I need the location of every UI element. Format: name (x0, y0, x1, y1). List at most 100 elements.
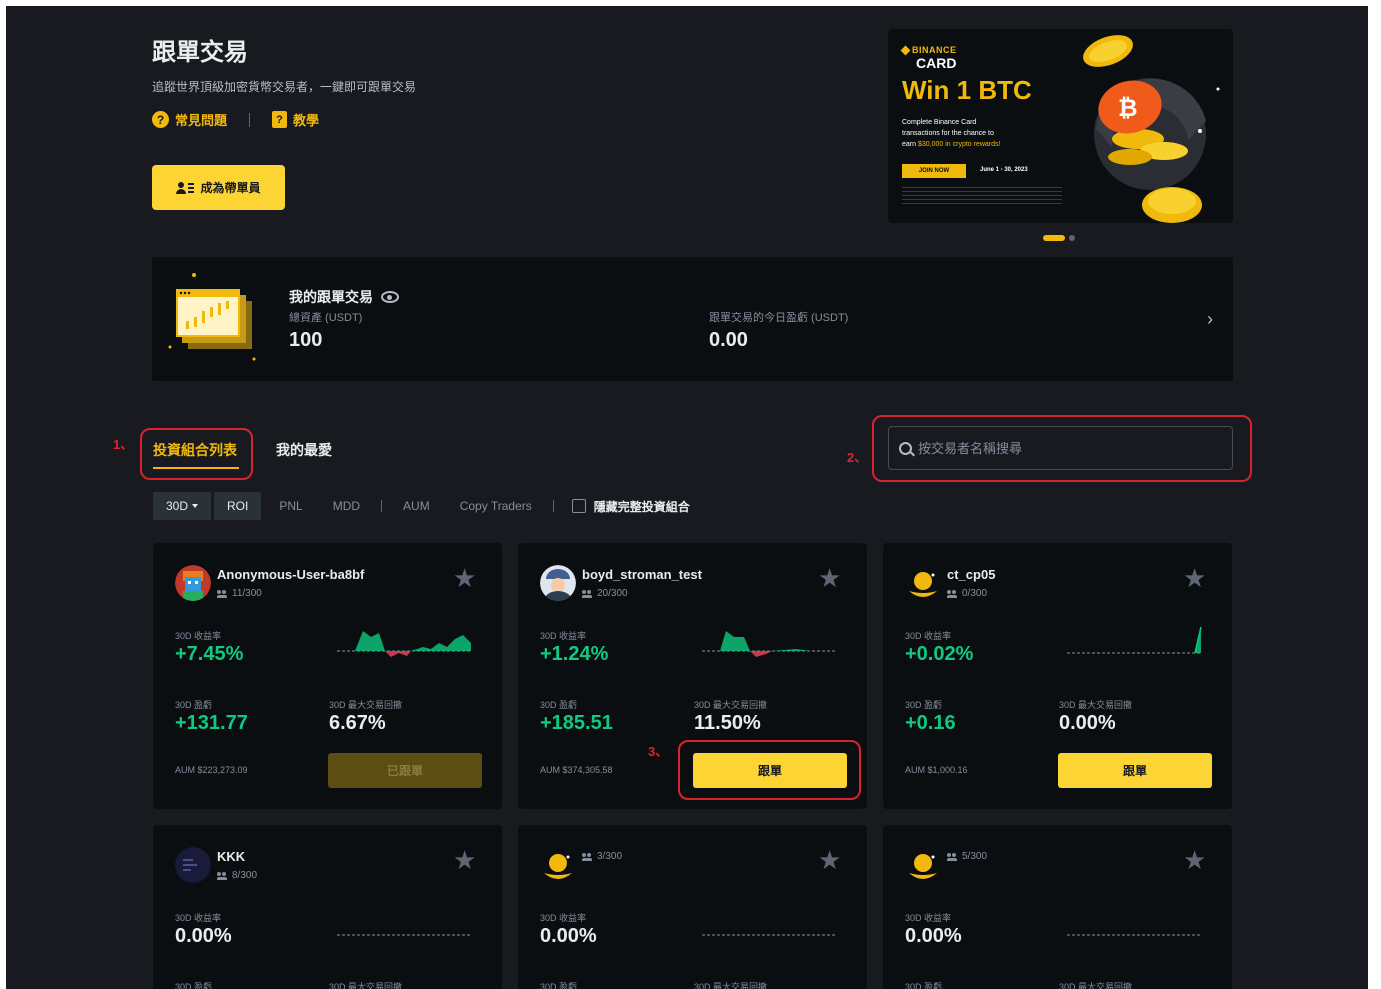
trader-name[interactable]: Anonymous-User-ba8bf (217, 567, 364, 582)
favorite-star-icon[interactable]: ★ (818, 847, 841, 873)
annotation-1: 1、 (113, 437, 134, 452)
sort-filter-bar: 30D ROI PNL MDD AUM Copy Traders 隱藏完整投資組… (153, 492, 690, 520)
favorite-star-icon[interactable]: ★ (1183, 847, 1206, 873)
roi-sparkline (1067, 934, 1201, 936)
followers-icon (217, 589, 228, 598)
roi-label: 30D 收益率 (540, 631, 587, 641)
trader-avatar[interactable] (540, 847, 576, 883)
trader-search[interactable] (888, 426, 1233, 470)
sort-copy-traders[interactable]: Copy Traders (445, 499, 547, 513)
followers-icon (217, 871, 228, 880)
trader-avatar[interactable] (175, 847, 211, 883)
eye-icon[interactable] (381, 291, 399, 303)
divider (249, 112, 251, 127)
banner-brand: BINANCE (912, 45, 957, 55)
roi-label: 30D 收益率 (540, 913, 587, 923)
join-now-button[interactable]: JOIN NOW (902, 164, 966, 178)
chevron-down-icon (192, 504, 199, 508)
trader-name[interactable]: boyd_stroman_test (582, 567, 702, 582)
follower-count: 0/300 (947, 588, 987, 599)
banner-desc-line: Complete Binance Card (902, 119, 977, 126)
sort-pnl[interactable]: PNL (264, 499, 317, 513)
period-dropdown[interactable]: 30D (153, 492, 212, 520)
pnl-value: +131.77 (175, 712, 248, 734)
search-input[interactable] (918, 440, 1208, 456)
followers-icon (582, 589, 593, 598)
roi-value: +7.45% (175, 643, 244, 665)
trader-card[interactable]: 3/300 ★ 30D 收益率 0.00% 30D 盈虧 30D 最大交易回撤 (518, 825, 867, 989)
banner-headline: Win 1 BTC (902, 75, 1032, 105)
faq-link[interactable]: ? 常見問題 (152, 110, 227, 129)
pnl-label: 30D 盈虧 (905, 982, 943, 989)
today-pnl-value: 0.00 (709, 329, 748, 351)
banner-desc-highlight: $30,000 in crypto rewards! (917, 141, 1001, 148)
tab-favorites[interactable]: 我的最愛 (276, 440, 332, 460)
question-icon: ? (152, 111, 169, 128)
trader-card[interactable]: KKK 8/300 ★ 30D 收益率 0.00% 30D 盈虧 30D 最大交… (153, 825, 502, 989)
favorite-star-icon[interactable]: ★ (818, 565, 841, 591)
copy-button[interactable]: 跟單 (1058, 753, 1212, 788)
roi-value: 0.00% (540, 925, 597, 947)
search-icon (899, 441, 912, 455)
chevron-right-icon[interactable]: › (1207, 309, 1213, 330)
sort-aum[interactable]: AUM (388, 499, 445, 513)
sort-roi[interactable]: ROI (214, 492, 262, 520)
pnl-label: 30D 盈虧 (540, 700, 578, 710)
trader-name[interactable]: ct_cp05 (947, 567, 995, 582)
trader-avatar[interactable] (540, 565, 576, 601)
mdd-value: 11.50% (694, 712, 761, 734)
follower-count: 5/300 (947, 851, 987, 862)
mdd-label: 30D 最大交易回撤 (1059, 700, 1133, 710)
help-links: ? 常見問題 ? 教學 (152, 110, 319, 129)
trader-name[interactable]: KKK (217, 849, 245, 864)
annotation-3: 3、 (648, 744, 669, 759)
favorite-star-icon[interactable]: ★ (453, 847, 476, 873)
roi-label: 30D 收益率 (175, 913, 222, 923)
total-assets-label: 總資產 (USDT) (289, 312, 363, 324)
chart-window-illustration (168, 273, 256, 361)
pnl-label: 30D 盈虧 (175, 982, 213, 989)
aum-value: AUM $1,000.16 (905, 765, 968, 775)
follower-count: 20/300 (582, 588, 628, 599)
mdd-label: 30D 最大交易回撤 (329, 982, 403, 989)
favorite-star-icon[interactable]: ★ (1183, 565, 1206, 591)
sort-mdd[interactable]: MDD (318, 499, 375, 513)
tutorial-link[interactable]: ? 教學 (272, 110, 319, 129)
become-lead-trader-button[interactable]: 成為帶單員 (152, 165, 285, 210)
follower-count: 11/300 (217, 588, 262, 599)
banner-desc-line: earn $30,000 in crypto rewards! (902, 139, 1042, 150)
become-lead-label: 成為帶單員 (200, 181, 261, 195)
svg-text:₿: ₿ (1118, 94, 1138, 122)
aum-value: AUM $223,273.09 (175, 765, 248, 775)
trader-card[interactable]: 5/300 ★ 30D 收益率 0.00% 30D 盈虧 30D 最大交易回撤 (883, 825, 1232, 989)
trader-avatar[interactable] (175, 565, 211, 601)
tab-active-indicator (153, 467, 239, 469)
trader-avatar[interactable] (905, 565, 941, 601)
carousel-dot-active[interactable] (1043, 235, 1065, 241)
divider (552, 500, 554, 512)
banner-desc-text: earn (902, 141, 918, 148)
mdd-label: 30D 最大交易回撤 (1059, 982, 1133, 989)
favorite-star-icon[interactable]: ★ (453, 565, 476, 591)
follower-count: 3/300 (582, 851, 622, 862)
follower-count: 8/300 (217, 870, 257, 881)
lead-trader-icon (176, 181, 195, 194)
checkbox[interactable] (571, 499, 586, 513)
faq-label: 常見問題 (175, 113, 228, 128)
pnl-label: 30D 盈虧 (540, 982, 578, 989)
my-copy-trading-panel[interactable]: 我的跟單交易 總資產 (USDT) 100 跟單交易的今日盈虧 (USDT) 0… (152, 257, 1233, 381)
annotation-box-3 (678, 740, 861, 800)
trader-card[interactable]: Anonymous-User-ba8bf 11/300 ★ 30D 收益率 +7… (153, 543, 502, 809)
banner-card: CARD (916, 55, 957, 71)
promo-banner[interactable]: BINANCE CARD Win 1 BTC Complete Binance … (888, 29, 1233, 223)
mdd-label: 30D 最大交易回撤 (694, 700, 768, 710)
hide-full-portfolios-checkbox[interactable]: 隱藏完整投資組合 (571, 498, 690, 515)
carousel-dot[interactable] (1069, 235, 1075, 241)
copied-button[interactable]: 已跟單 (328, 753, 482, 788)
carousel-dots (1043, 235, 1075, 241)
trader-avatar[interactable] (905, 847, 941, 883)
trader-card[interactable]: ct_cp05 0/300 ★ 30D 收益率 +0.02% 30D 盈虧 +0… (883, 543, 1232, 809)
roi-label: 30D 收益率 (905, 631, 952, 641)
roi-value: +0.02% (905, 643, 974, 665)
tab-portfolio-list[interactable]: 投資組合列表 (153, 440, 237, 460)
